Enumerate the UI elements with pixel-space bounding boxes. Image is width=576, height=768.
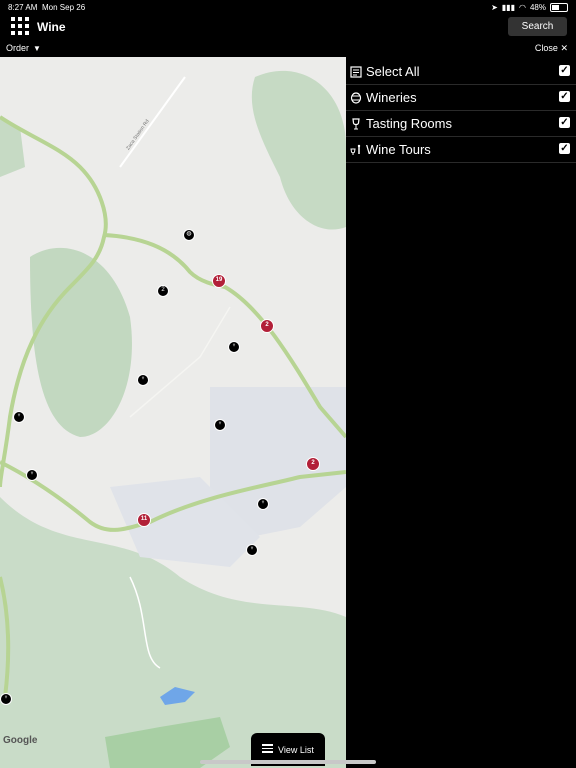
checkbox[interactable]: ✓ — [559, 117, 570, 128]
battery-percent: 48% — [529, 3, 546, 12]
filter-label: Select All — [366, 64, 420, 79]
tasting-room-pin[interactable]: ♆ — [0, 693, 12, 705]
order-dropdown[interactable]: Order ▼ — [6, 43, 41, 53]
tasting-room-pin[interactable]: ♆ — [137, 374, 149, 386]
cluster-marker[interactable]: 11 — [137, 513, 151, 527]
tasting-room-pin[interactable]: ♆ — [13, 411, 25, 423]
status-date: Mon Sep 26 — [42, 3, 86, 12]
checkbox[interactable]: ✓ — [559, 65, 570, 76]
status-right: ➤ ▮▮▮ ◠ 48% — [491, 3, 568, 12]
cluster-marker[interactable]: 2 — [306, 457, 320, 471]
checkbox[interactable]: ✓ — [559, 143, 570, 154]
filter-wine-tours[interactable]: Wine Tours ✓ — [346, 136, 576, 163]
wine-glass-icon — [350, 117, 362, 130]
close-button[interactable]: Close ✕ — [535, 43, 568, 54]
caret-down-icon: ▼ — [33, 44, 41, 53]
home-indicator — [200, 760, 376, 764]
filter-label: Tasting Rooms — [366, 116, 452, 131]
close-label: Close — [534, 43, 558, 53]
tasting-room-pin[interactable]: ♆ — [257, 498, 269, 510]
barrel-icon — [350, 91, 362, 104]
list-icon — [262, 744, 273, 753]
cluster-marker[interactable]: 2 — [260, 319, 274, 333]
page-title: Wine — [37, 20, 66, 34]
map-view[interactable]: Zaca Station Rd ◍ 2 ♆ ♆ ♆ ♆ ♆ ♆ ♆ ♆ 19 2… — [0, 57, 346, 768]
view-list-label: View List — [278, 745, 314, 755]
pin-count[interactable]: 2 — [157, 285, 169, 297]
filter-tasting-rooms[interactable]: Tasting Rooms ✓ — [346, 110, 576, 137]
filter-label: Wineries — [366, 90, 417, 105]
status-time: 8:27 AM — [8, 3, 38, 12]
location-icon: ➤ — [491, 3, 498, 12]
winery-pin[interactable]: ◍ — [183, 229, 195, 241]
app-header: Wine Search — [0, 14, 576, 40]
tasting-room-pin[interactable]: ♆ — [246, 544, 258, 556]
filter-label: Wine Tours — [366, 142, 431, 157]
status-bar: 8:27 AM Mon Sep 26 ➤ ▮▮▮ ◠ 48% — [0, 0, 576, 14]
list-icon — [350, 65, 362, 78]
search-button[interactable]: Search — [508, 17, 567, 36]
wifi-icon: ◠ — [519, 3, 526, 12]
signal-icon: ▮▮▮ — [501, 3, 515, 12]
filter-select-all[interactable]: Select All ✓ — [346, 58, 576, 85]
close-icon: ✕ — [560, 43, 568, 53]
tasting-room-pin[interactable]: ♆ — [214, 419, 226, 431]
wine-tour-icon — [350, 143, 362, 155]
google-attribution[interactable]: Google — [3, 735, 37, 746]
checkbox[interactable]: ✓ — [559, 91, 570, 102]
order-label: Order — [6, 43, 30, 53]
battery-icon — [550, 3, 568, 12]
apps-grid-icon[interactable] — [11, 17, 29, 35]
sub-toolbar: Order ▼ Close ✕ — [0, 40, 576, 57]
tasting-room-pin[interactable]: ♆ — [228, 341, 240, 353]
map-base — [0, 57, 346, 768]
filter-panel: Select All ✓ Wineries ✓ Tasting Rooms ✓ … — [346, 57, 576, 768]
filter-wineries[interactable]: Wineries ✓ — [346, 84, 576, 111]
cluster-marker[interactable]: 19 — [212, 274, 226, 288]
tasting-room-pin[interactable]: ♆ — [26, 469, 38, 481]
